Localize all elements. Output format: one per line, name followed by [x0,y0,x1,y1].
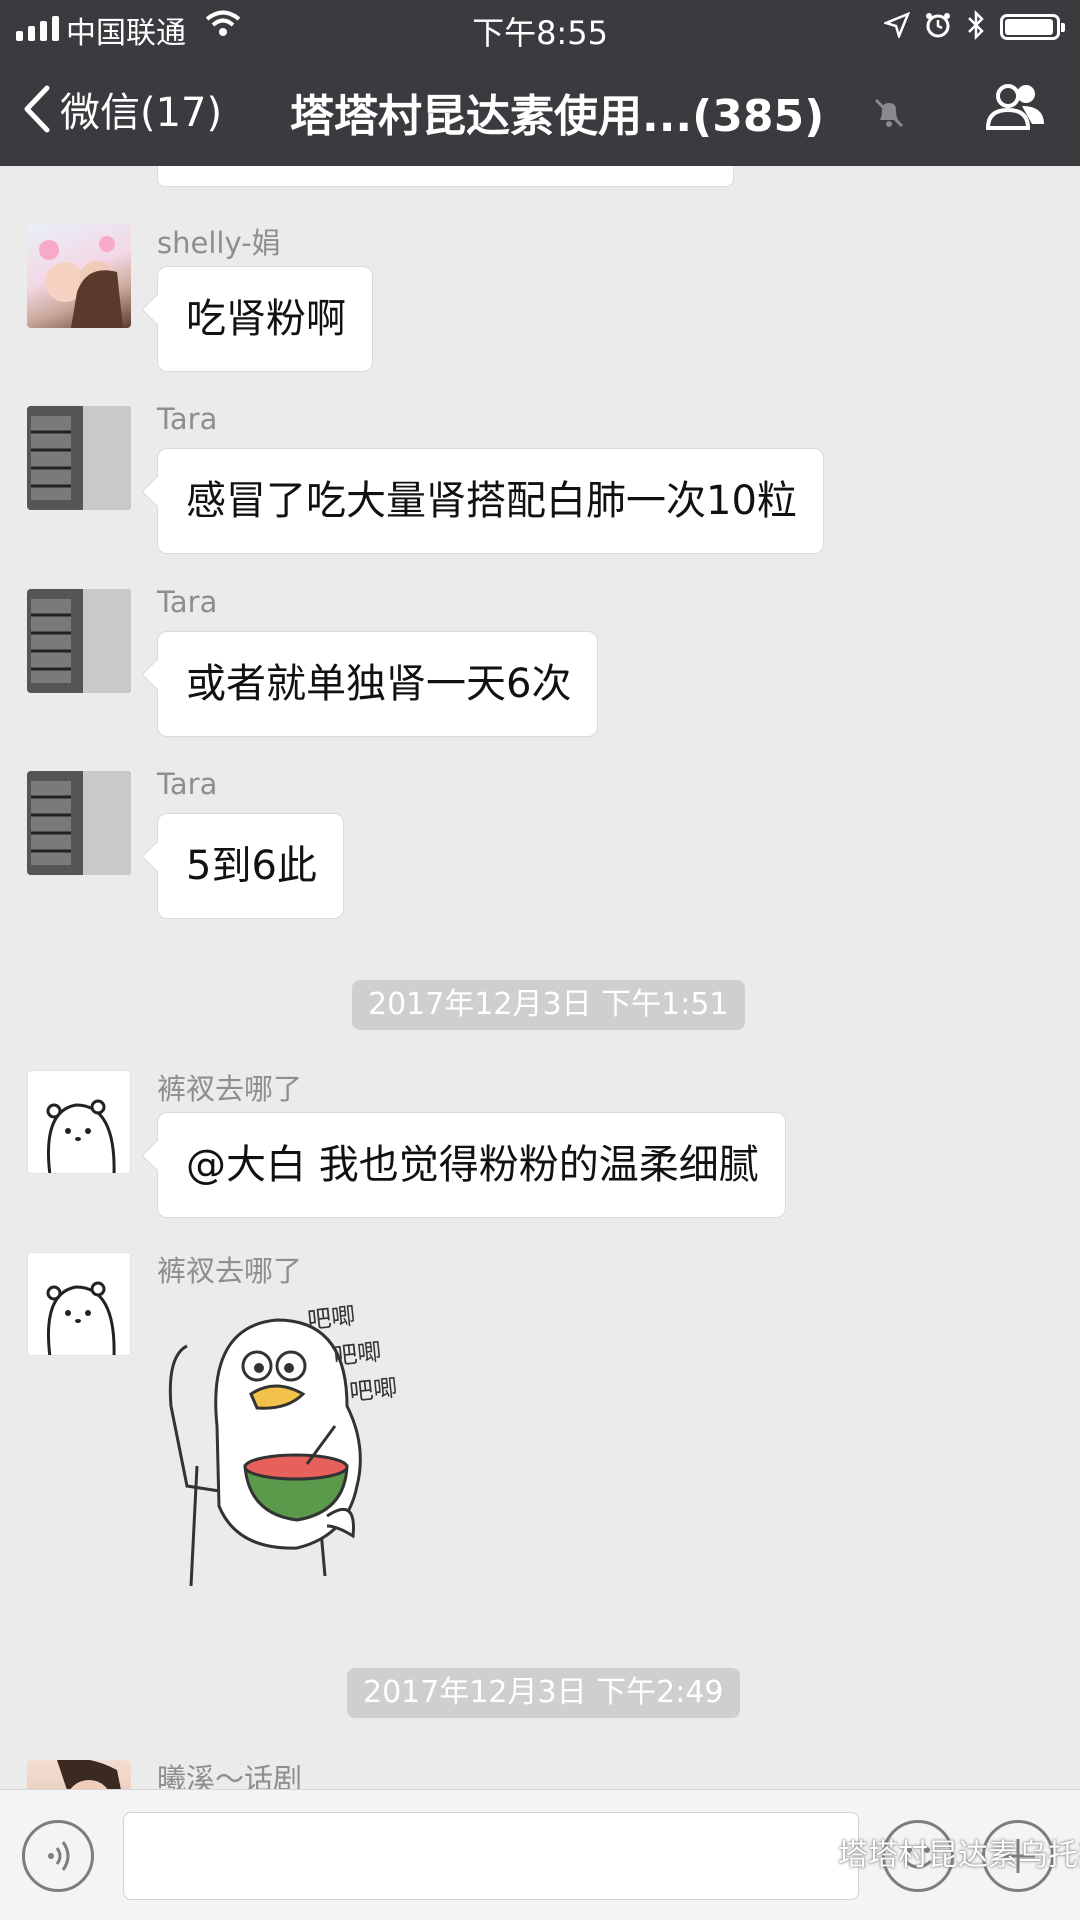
sender-name: 曦溪～话剧 [157,1762,303,1790]
avatar[interactable] [27,1252,131,1356]
sticker-text: 吧唧 [347,1373,399,1407]
message-bubble[interactable]: 5到6此 [157,813,344,919]
alarm-icon [924,11,952,43]
people-icon [985,84,1044,130]
mute-bell-icon [872,96,906,134]
nav-bar: 微信(17) 塔塔村昆达素使用...(385) [0,54,1080,166]
avatar[interactable] [27,1070,131,1174]
sender-name: Tara [157,585,218,619]
message-input[interactable] [123,1812,859,1900]
message-bubble[interactable]: @大白 我也觉得粉粉的温柔细腻 [157,1112,786,1218]
watermark: 塔塔村昆达素乌托邦 [790,1830,1080,1874]
battery-icon [1000,14,1065,40]
sender-name: Tara [157,767,218,801]
bluetooth-icon [966,9,986,44]
watermark-text: 塔塔村昆达素乌托邦 [838,1838,1080,1873]
timestamp: 2017年12月3日 下午1:51 [352,980,745,1030]
sender-name: shelly-娟 [157,226,281,260]
voice-button[interactable] [22,1820,94,1892]
voice-icon [48,1841,70,1871]
group-members-button[interactable] [982,82,1048,136]
message-bubble-partial [157,166,734,187]
chat-title: 塔塔村昆达素使用...(385) [290,91,825,142]
sticker-text: 吧唧 [331,1337,383,1371]
status-bar: 中国联通 下午8:55 [0,0,1080,54]
back-button[interactable]: 微信(17) [22,80,222,138]
wechat-logo-icon [790,1837,830,1866]
avatar[interactable] [27,589,131,693]
message-bubble[interactable]: 吃肾粉啊 [157,266,373,372]
location-icon [882,11,911,42]
top-bar: 中国联通 下午8:55 微信(17) 塔塔村昆达素使用...(385) [0,0,1080,166]
message-bubble[interactable]: 或者就单独肾一天6次 [157,631,599,737]
sender-name: 裤衩去哪了 [157,1254,303,1288]
duck-sticker[interactable]: 吧唧 吧唧 吧唧 [157,1286,477,1596]
chevron-left-icon [24,85,50,133]
chat-area[interactable]: shelly-娟 吃肾粉啊 Tara 感冒了吃大量肾搭配白肺一次10粒 Tara [0,166,1080,1790]
sticker-text: 吧唧 [305,1301,357,1335]
avatar[interactable] [27,406,131,510]
avatar[interactable] [27,224,131,328]
timestamp: 2017年12月3日 下午2:49 [347,1668,740,1718]
back-label: 微信(17) [60,90,223,136]
message-bubble[interactable]: 感冒了吃大量肾搭配白肺一次10粒 [157,448,824,554]
sender-name: Tara [157,402,218,436]
avatar[interactable] [27,771,131,875]
sender-name: 裤衩去哪了 [157,1072,303,1106]
avatar[interactable] [27,1760,131,1790]
